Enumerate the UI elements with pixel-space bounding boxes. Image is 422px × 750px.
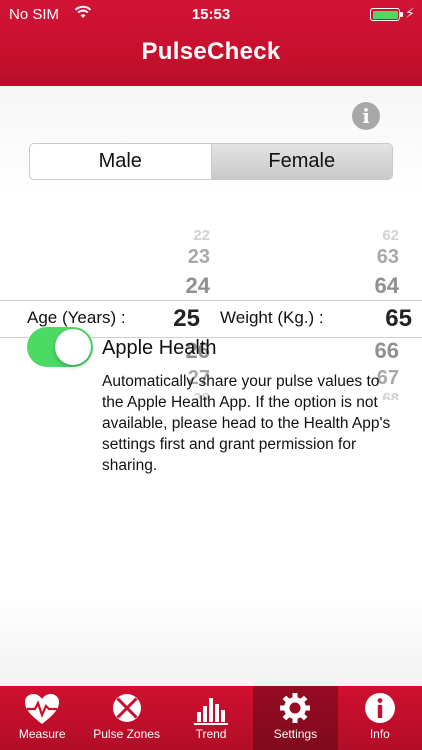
tab-settings[interactable]: Settings xyxy=(253,686,338,750)
weight-picker-option[interactable]: 64 xyxy=(355,273,399,299)
weight-picker-option[interactable]: 62 xyxy=(355,227,399,244)
age-label: Age (Years) : xyxy=(27,308,126,327)
age-picker-option[interactable]: 22 xyxy=(170,227,210,244)
tab-measure[interactable]: Measure xyxy=(0,686,84,750)
battery-tip xyxy=(400,12,403,17)
page-title: PulseCheck xyxy=(141,38,281,65)
age-picker-option[interactable]: 23 xyxy=(170,246,210,269)
info-icon xyxy=(364,693,395,723)
age-selected-value[interactable]: 25 xyxy=(160,305,200,333)
settings-content: i Male Female 22 23 24 62 63 64 Age (Yea… xyxy=(0,86,422,686)
tab-label: Info xyxy=(369,727,390,741)
bar-chart-icon xyxy=(194,698,229,725)
tab-trend[interactable]: Trend xyxy=(169,686,253,750)
tab-label: Pulse Zones xyxy=(93,727,160,741)
age-picker-option[interactable]: 24 xyxy=(170,273,210,299)
weight-picker-option[interactable]: 66 xyxy=(355,338,399,364)
status-time: 15:53 xyxy=(191,6,231,23)
gender-segmented-control: Male Female xyxy=(29,143,393,180)
tab-label: Measure xyxy=(18,727,66,741)
weight-label: Weight (Kg.) : xyxy=(220,308,324,327)
weight-picker-option[interactable]: 63 xyxy=(355,246,399,269)
gender-option-female[interactable]: Female xyxy=(210,144,392,179)
charging-icon: ⚡ xyxy=(405,5,415,21)
tab-label: Settings xyxy=(273,727,318,741)
navigation-bar: No SIM 15:53 ⚡ PulseCheck xyxy=(0,0,422,86)
tab-pulse-zones[interactable]: Pulse Zones xyxy=(84,686,168,750)
tab-info[interactable]: Info xyxy=(338,686,422,750)
gender-option-male[interactable]: Male xyxy=(30,144,211,179)
apple-health-label: Apple Health xyxy=(102,337,217,359)
zones-icon xyxy=(112,694,141,722)
apple-health-description: Automatically share your pulse values to… xyxy=(102,373,391,474)
toggle-knob xyxy=(55,329,91,365)
gear-icon xyxy=(280,693,311,723)
apple-health-toggle[interactable] xyxy=(27,327,93,367)
heart-pulse-icon xyxy=(25,694,60,724)
info-icon[interactable]: i xyxy=(352,102,380,130)
tab-label: Trend xyxy=(195,727,227,741)
weight-selected-value[interactable]: 65 xyxy=(368,305,412,333)
battery-icon xyxy=(370,8,400,21)
status-bar: No SIM 15:53 ⚡ xyxy=(0,0,422,28)
picker-selection-top xyxy=(0,300,422,301)
tab-bar: Measure Pulse Zones Trend Settings Info xyxy=(0,686,422,750)
